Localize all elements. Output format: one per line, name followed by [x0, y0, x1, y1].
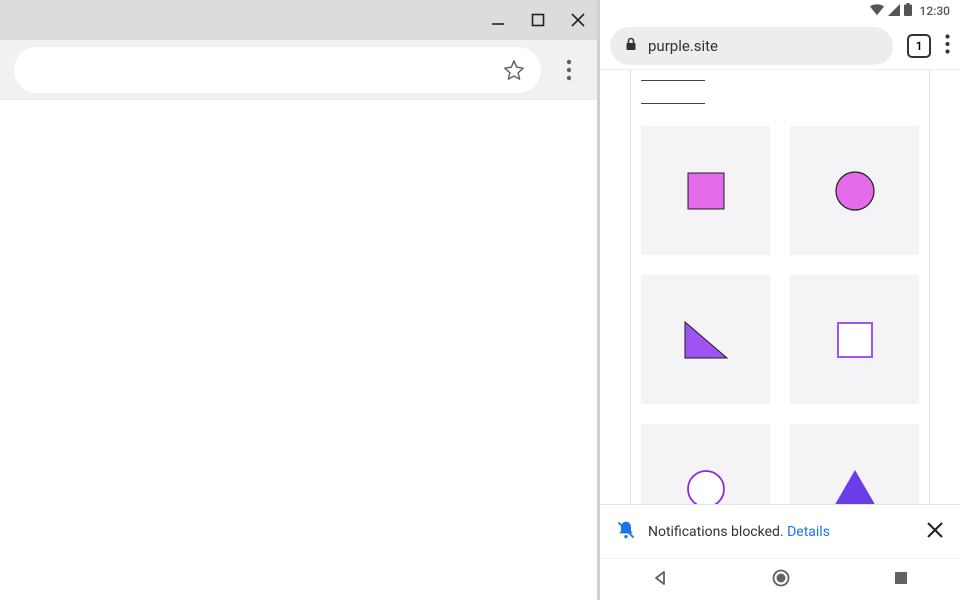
tile-circle-outline[interactable] — [641, 424, 770, 504]
battery-icon — [904, 3, 912, 19]
mobile-chrome-window: 12:30 purple.site 1 — [600, 0, 960, 600]
notification-message: Notifications blocked. — [648, 524, 784, 540]
window-minimize-button[interactable] — [487, 9, 509, 31]
page-inner-frame — [630, 70, 930, 504]
header-divider-1 — [641, 80, 705, 81]
tile-triangle-solid[interactable] — [790, 424, 919, 504]
notification-text: Notifications blocked. Details — [648, 524, 914, 540]
notification-details-link[interactable]: Details — [787, 524, 830, 540]
desktop-overflow-menu-button[interactable] — [555, 56, 583, 84]
desktop-chrome-window — [0, 0, 600, 600]
circle-filled-icon — [834, 170, 876, 212]
desktop-page-content — [0, 100, 597, 600]
window-close-button[interactable] — [567, 9, 589, 31]
notification-close-button[interactable] — [926, 521, 944, 543]
desktop-address-bar[interactable] — [14, 47, 541, 93]
nav-back-button[interactable] — [652, 570, 668, 590]
tile-triangle-filled[interactable] — [641, 275, 770, 404]
bookmark-star-icon[interactable] — [503, 59, 525, 81]
triangle-solid-icon — [831, 468, 879, 505]
nav-home-button[interactable] — [772, 569, 790, 591]
desktop-address-bar-row — [0, 40, 597, 100]
tile-square-outline[interactable] — [790, 275, 919, 404]
lock-icon — [624, 37, 638, 55]
mobile-url-text: purple.site — [648, 37, 718, 55]
tab-count: 1 — [916, 39, 923, 53]
shapes-grid — [631, 126, 929, 504]
notification-bar: Notifications blocked. Details — [600, 504, 960, 558]
header-divider-2 — [641, 103, 705, 104]
wifi-icon — [870, 4, 884, 19]
mobile-overflow-menu-button[interactable] — [945, 34, 950, 58]
bell-slash-icon — [616, 520, 636, 544]
mobile-page-content — [600, 70, 960, 504]
window-titlebar — [0, 0, 597, 40]
window-maximize-button[interactable] — [527, 9, 549, 31]
mobile-status-bar: 12:30 — [600, 0, 960, 22]
cell-signal-icon — [888, 4, 900, 19]
mobile-nav-bar — [600, 558, 960, 600]
mobile-address-bar[interactable]: purple.site — [610, 27, 893, 65]
tile-circle-filled[interactable] — [790, 126, 919, 255]
triangle-filled-icon — [681, 318, 731, 362]
square-filled-icon — [686, 171, 726, 211]
circle-outline-icon — [685, 468, 727, 505]
status-clock: 12:30 — [920, 4, 950, 18]
nav-recents-button[interactable] — [894, 570, 908, 589]
tile-square-filled[interactable] — [641, 126, 770, 255]
tab-switcher-button[interactable]: 1 — [907, 34, 931, 58]
mobile-toolbar: purple.site 1 — [600, 22, 960, 70]
square-outline-icon — [835, 320, 875, 360]
